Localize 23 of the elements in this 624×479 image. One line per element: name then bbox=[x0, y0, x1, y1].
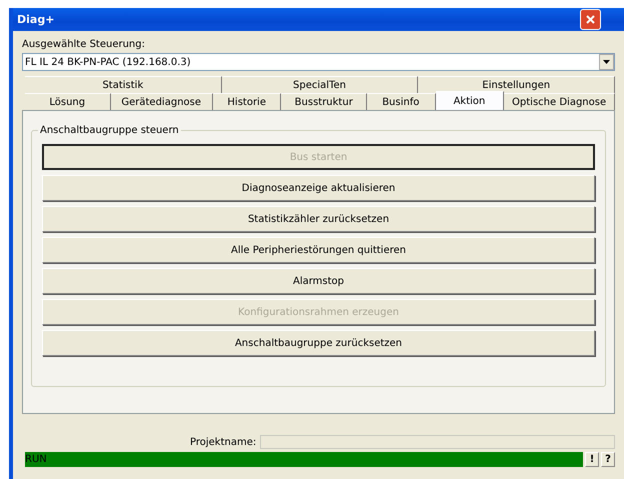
tab[interactable]: Lösung bbox=[25, 93, 110, 110]
action-button[interactable]: Statistikzähler zurücksetzen bbox=[42, 206, 595, 232]
window-title: Diag+ bbox=[17, 13, 54, 26]
status-bar: RUN bbox=[25, 452, 583, 467]
tab[interactable]: Statistik bbox=[25, 76, 222, 93]
tab[interactable]: Optische Diagnose bbox=[504, 93, 616, 110]
tab[interactable]: Businfo bbox=[366, 93, 436, 110]
group-title: Anschaltbaugruppe steuern bbox=[39, 125, 180, 136]
action-button[interactable]: Anschaltbaugruppe zurücksetzen bbox=[42, 330, 595, 356]
controller-label: Ausgewählte Steuerung: bbox=[22, 39, 146, 50]
project-label: Projektname: bbox=[190, 436, 256, 448]
action-button[interactable]: Diagnoseanzeige aktualisieren bbox=[42, 175, 595, 201]
status-button[interactable]: ? bbox=[601, 452, 615, 467]
action-button[interactable]: Alarmstop bbox=[42, 268, 595, 294]
status-button[interactable]: ! bbox=[585, 452, 599, 467]
controller-dropdown[interactable]: FL IL 24 BK-PN-PAC (192.168.0.3) bbox=[22, 53, 615, 71]
tab[interactable]: SpecialTen bbox=[222, 76, 418, 93]
tab[interactable]: Einstellungen bbox=[418, 76, 616, 93]
tab[interactable]: Gerätediagnose bbox=[110, 93, 213, 110]
tab[interactable]: Aktion bbox=[436, 91, 504, 110]
action-button[interactable]: Alle Peripheriestörungen quittieren bbox=[42, 237, 595, 263]
tab[interactable]: Historie bbox=[212, 93, 282, 110]
tab[interactable]: Busstruktur bbox=[281, 93, 367, 110]
